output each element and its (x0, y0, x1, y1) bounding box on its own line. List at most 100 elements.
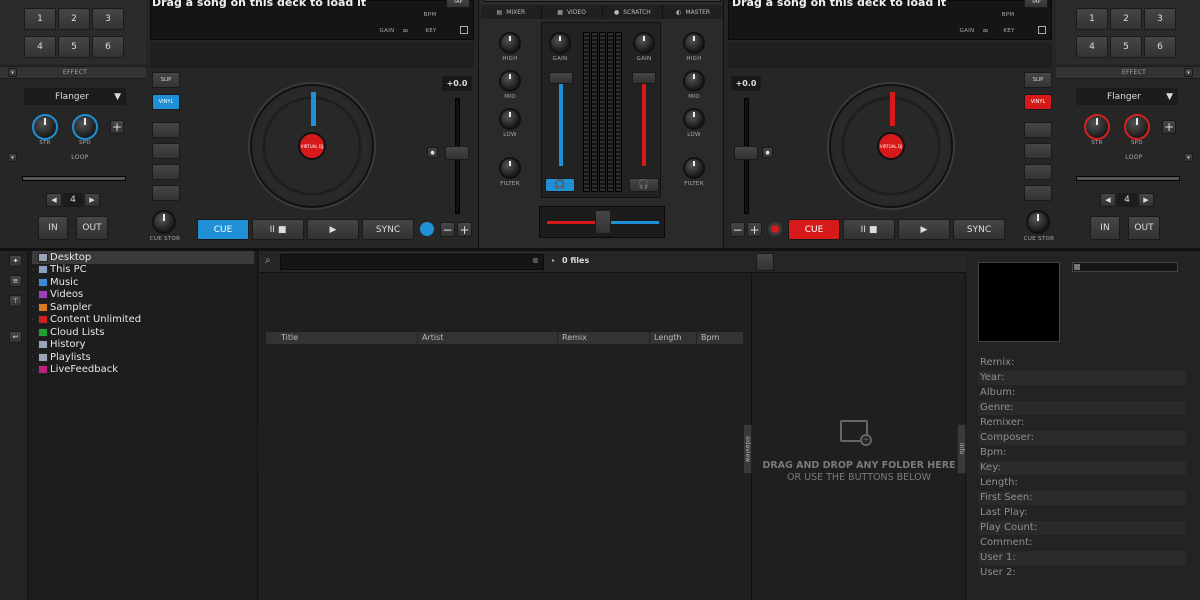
left-add-effect-button[interactable]: + (110, 120, 124, 134)
right-in-button[interactable]: IN (1090, 216, 1120, 240)
history-icon[interactable]: ↩ (9, 331, 22, 343)
mixer-right-filter-knob[interactable] (683, 157, 705, 179)
star-icon[interactable]: ✦ (9, 255, 22, 267)
right-out-button[interactable]: OUT (1128, 216, 1160, 240)
tree-item-history[interactable]: · History (32, 339, 254, 352)
column-artist[interactable]: Artist (418, 332, 558, 344)
left-loop-toggle[interactable]: ▾ (8, 153, 17, 162)
right-pitch-plus[interactable]: + (747, 222, 762, 237)
filter-icon[interactable]: ⊤ (9, 295, 22, 307)
left-jog-wheel[interactable]: VIRTUAL DJ (250, 84, 374, 208)
tree-item-sampler[interactable]: · Sampler (32, 301, 254, 314)
right-sync-button[interactable]: SYNC (953, 219, 1005, 240)
right-pad-4[interactable]: 4 (1076, 36, 1108, 58)
mixer-left-high-knob[interactable] (499, 32, 521, 54)
headphones-icon[interactable]: 🎧 (629, 178, 659, 192)
sidetab-sideview[interactable]: sideview (743, 424, 752, 474)
left-side-button-3[interactable] (152, 164, 180, 180)
right-pad-6[interactable]: 6 (1144, 36, 1176, 58)
left-effect-knob-1[interactable] (32, 114, 58, 140)
left-loop-increase[interactable]: ▶ (84, 193, 100, 207)
left-in-button[interactable]: IN (38, 216, 68, 240)
left-effect-toggle[interactable]: ▾ (8, 68, 17, 77)
right-cue-button[interactable]: CUE (788, 219, 840, 240)
tab-master[interactable]: ◐ MASTER (663, 5, 723, 19)
tree-item-cloud-lists[interactable]: · Cloud Lists (32, 326, 254, 339)
list-icon[interactable]: ≡ (9, 275, 22, 287)
tree-item-music[interactable]: · Music (32, 276, 254, 289)
right-pause-button[interactable]: II ■ (843, 219, 895, 240)
column-remix[interactable]: Remix (558, 332, 650, 344)
right-side-button-1[interactable] (1024, 122, 1052, 138)
right-pitch-minus[interactable]: − (730, 222, 745, 237)
right-side-button-2[interactable] (1024, 143, 1052, 159)
right-vinyl-button[interactable]: VINYL (1024, 94, 1052, 110)
right-pad-2[interactable]: 2 (1110, 8, 1142, 30)
tab-mixer[interactable]: ▤ MIXER (481, 5, 542, 19)
left-vinyl-button[interactable]: VINYL (152, 94, 180, 110)
left-pitch-slider[interactable] (445, 146, 469, 160)
mixer-right-low-knob[interactable] (683, 108, 705, 130)
tree-item-this-pc[interactable]: · This PC (32, 264, 254, 277)
tab-video[interactable]: ▦ VIDEO (542, 5, 603, 19)
left-side-button-4[interactable] (152, 185, 180, 201)
left-pad-2[interactable]: 2 (58, 8, 90, 30)
search-input[interactable] (280, 254, 544, 270)
tree-item-livefeedback[interactable]: · LiveFeedback (32, 364, 254, 377)
right-effect-select[interactable]: Flanger ▼ (1076, 88, 1178, 105)
mixer-left-low-knob[interactable] (499, 108, 521, 130)
headphones-icon[interactable]: 🎧 (545, 178, 575, 192)
right-tap-button[interactable]: TAP (1024, 0, 1048, 8)
left-sync-button[interactable]: SYNC (362, 219, 414, 240)
sideview-toggle-button[interactable] (756, 253, 774, 271)
right-effect-knob-1[interactable] (1084, 114, 1110, 140)
mixer-left-filter-knob[interactable] (499, 157, 521, 179)
left-pitch-minus[interactable]: − (440, 222, 455, 237)
right-effect-knob-2[interactable] (1124, 114, 1150, 140)
left-effect-select[interactable]: Flanger ▼ (24, 88, 126, 105)
column-title[interactable]: Title (277, 332, 418, 344)
info-slider-handle[interactable] (1074, 264, 1080, 270)
right-slip-button[interactable]: SLIP (1024, 72, 1052, 88)
tree-item-videos[interactable]: · Videos (32, 289, 254, 302)
left-out-button[interactable]: OUT (76, 216, 108, 240)
left-pitch-plus[interactable]: + (457, 222, 472, 237)
left-play-button[interactable]: ▶ (307, 219, 359, 240)
left-loop-decrease[interactable]: ◀ (46, 193, 62, 207)
mixer-left-volume-fader[interactable] (549, 72, 573, 84)
column-bpm[interactable]: Bpm (697, 332, 743, 344)
left-side-button-1[interactable] (152, 122, 180, 138)
crossfader-handle[interactable] (595, 210, 611, 234)
left-effect-knob-2[interactable] (72, 114, 98, 140)
left-pad-4[interactable]: 4 (24, 36, 56, 58)
search-options-icon[interactable]: ▸ (552, 257, 555, 264)
left-side-button-2[interactable] (152, 143, 180, 159)
tree-item-content-unlimited[interactable]: · Content Unlimited (32, 314, 254, 327)
right-pad-3[interactable]: 3 (1144, 8, 1176, 30)
right-effect-toggle[interactable]: ▾ (1184, 68, 1193, 77)
tab-scratch[interactable]: ● SCRATCH (603, 5, 664, 19)
left-tap-button[interactable]: TAP (446, 0, 470, 8)
left-sync-indicator-icon[interactable] (420, 222, 434, 236)
left-pause-button[interactable]: II ■ (252, 219, 304, 240)
right-jog-wheel[interactable]: VIRTUAL DJ (829, 84, 953, 208)
right-side-button-3[interactable] (1024, 164, 1052, 180)
right-pad-1[interactable]: 1 (1076, 8, 1108, 30)
right-loop-increase[interactable]: ▶ (1138, 193, 1154, 207)
mixer-left-gain-knob[interactable] (549, 32, 571, 54)
left-pad-5[interactable]: 5 (58, 36, 90, 58)
info-slider-track[interactable] (1072, 262, 1178, 272)
mixer-left-mid-knob[interactable] (499, 70, 521, 92)
left-pad-3[interactable]: 3 (92, 8, 124, 30)
right-pitch-reset[interactable]: ● (762, 147, 773, 158)
tree-item-playlists[interactable]: · Playlists (32, 351, 254, 364)
left-cue-store-knob[interactable] (152, 210, 176, 234)
mixer-right-mid-knob[interactable] (683, 70, 705, 92)
right-play-button[interactable]: ▶ (898, 219, 950, 240)
mixer-right-gain-knob[interactable] (633, 32, 655, 54)
right-add-effect-button[interactable]: + (1162, 120, 1176, 134)
right-pitch-slider[interactable] (734, 146, 758, 160)
left-pad-6[interactable]: 6 (92, 36, 124, 58)
sidetab-info[interactable]: info (957, 424, 966, 474)
clear-search-icon[interactable]: ⊗ (532, 256, 539, 265)
